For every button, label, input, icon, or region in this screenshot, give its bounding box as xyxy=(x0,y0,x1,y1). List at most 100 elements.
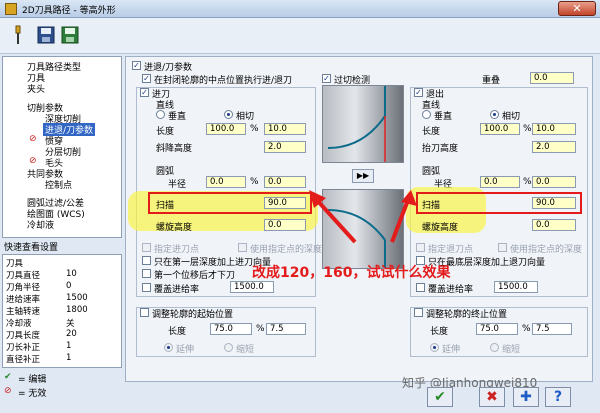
entry-vertical-label: 垂直 xyxy=(168,112,187,122)
tree-item[interactable]: 控制点 xyxy=(45,178,72,191)
exit-checkbox[interactable] xyxy=(414,88,423,97)
entry-override-field[interactable]: 1500.0 xyxy=(230,281,274,293)
title-bar: 2D刀具路径 - 等高外形 ✕ xyxy=(0,0,600,18)
entry-length-field[interactable]: 10.0 xyxy=(264,123,306,135)
entry-helix-label: 螺旋高度 xyxy=(156,223,193,233)
entry-length-pct-field[interactable]: 100.0 xyxy=(206,123,246,135)
exit-specify-point-label: 指定退刀点 xyxy=(428,245,474,255)
quick-row: 刀长补正 1 xyxy=(6,341,72,353)
pct-label: % xyxy=(256,324,265,334)
entry-helix-field[interactable]: 0.0 xyxy=(264,219,306,231)
entry-preview-image xyxy=(322,85,404,163)
quick-row: 主轴转速 1800 xyxy=(6,305,88,317)
tool-icon[interactable] xyxy=(8,25,28,45)
entry-shorten-label: 缩短 xyxy=(236,345,255,355)
entry-use-depth-label: 使用指定点的深度 xyxy=(250,245,323,255)
entry-extend-radio[interactable] xyxy=(164,343,173,352)
exit-use-depth-checkbox[interactable] xyxy=(498,243,507,252)
exit-helix-label: 螺旋高度 xyxy=(422,223,459,233)
exit-ramp-field[interactable]: 2.0 xyxy=(532,141,576,153)
close-button[interactable]: ✕ xyxy=(558,1,596,16)
exit-length-pct-field[interactable]: 100.0 xyxy=(480,123,520,135)
entry-checkbox[interactable] xyxy=(140,88,149,97)
exit-radius-pct-field[interactable]: 0.0 xyxy=(480,176,520,188)
quick-view-header: 快速查看设置 xyxy=(4,243,59,253)
center-checkbox[interactable] xyxy=(142,74,151,83)
entry-adj-len-pct-field[interactable]: 75.0 xyxy=(210,323,252,335)
overlap-field[interactable]: 0.0 xyxy=(530,72,574,84)
exit-shorten-label: 缩短 xyxy=(502,345,521,355)
entry-first-move-label: 第一个位移后才下刀 xyxy=(154,271,236,281)
entry-vertical-radio[interactable] xyxy=(156,110,165,119)
enable-label: 进退/刀参数 xyxy=(144,63,193,73)
edit-legend: = 编辑 xyxy=(18,375,47,385)
exit-adj-len-field[interactable]: 7.5 xyxy=(532,323,572,335)
exit-tangent-radio[interactable] xyxy=(490,110,499,119)
entry-radius-pct-field[interactable]: 0.0 xyxy=(206,176,246,188)
copy-entry-to-exit-button[interactable]: ▶▶ xyxy=(352,169,374,183)
quick-row: 直径补正 1 xyxy=(6,353,72,365)
window-title: 2D刀具路径 - 等高外形 xyxy=(22,6,116,16)
entry-tangent-label: 相切 xyxy=(236,112,255,122)
entry-specify-point-checkbox[interactable] xyxy=(142,243,151,252)
tree-item[interactable]: 夹头 xyxy=(27,82,45,95)
exit-specify-point-checkbox[interactable] xyxy=(416,243,425,252)
pct-label: % xyxy=(523,177,532,187)
entry-override-checkbox[interactable] xyxy=(142,283,151,292)
entry-radius-field[interactable]: 0.0 xyxy=(264,176,306,188)
overlap-label: 重叠 xyxy=(482,76,501,86)
pct-label: % xyxy=(250,124,259,134)
entry-use-depth-checkbox[interactable] xyxy=(238,243,247,252)
overlap-check-checkbox[interactable] xyxy=(322,74,331,83)
save-as-icon[interactable] xyxy=(60,25,80,45)
pct-label: % xyxy=(250,177,259,187)
app-icon xyxy=(5,3,17,15)
save-icon[interactable] xyxy=(36,25,56,45)
entry-arc-label: 圆弧 xyxy=(156,167,175,177)
enable-checkbox[interactable] xyxy=(132,61,141,70)
exit-preview-image xyxy=(322,189,404,269)
exit-extend-label: 延伸 xyxy=(442,345,461,355)
disabled-icon: ⊘ xyxy=(29,156,37,166)
exit-length-field[interactable]: 10.0 xyxy=(532,123,576,135)
quick-row: 刀具长度 20 xyxy=(6,329,77,341)
quick-row: 进给速率 1500 xyxy=(6,293,88,305)
exit-vertical-radio[interactable] xyxy=(422,110,431,119)
entry-adjust-label: 调整轮廓的起始位置 xyxy=(152,310,234,320)
entry-adjust-checkbox[interactable] xyxy=(140,308,149,317)
exit-use-depth-label: 使用指定点的深度 xyxy=(510,245,583,255)
exit-override-checkbox[interactable] xyxy=(416,283,425,292)
exit-adjust-checkbox[interactable] xyxy=(414,308,423,317)
entry-path-graphic xyxy=(327,86,386,162)
ok-button[interactable]: ✔ xyxy=(427,387,453,407)
add-button[interactable]: ✚ xyxy=(513,387,539,407)
exit-vertical-label: 垂直 xyxy=(434,112,453,122)
entry-shorten-radio[interactable] xyxy=(224,343,233,352)
exit-shorten-radio[interactable] xyxy=(490,343,499,352)
annotation-text: 改成120，160，试试什么效果 xyxy=(252,265,451,281)
entry-exit-panel: 进退/刀参数 在封闭轮廓的中点位置执行进/退刀 过切检测 重叠 0.0 进刀 直… xyxy=(125,56,593,382)
cancel-button[interactable]: ✖ xyxy=(479,387,505,407)
quick-view-list: 刀具 刀具直径 10 刀角半径 0 进给速率 1500 主轴转速 1800 冷却液关 刀… xyxy=(2,254,122,368)
entry-ramp-label: 斜降高度 xyxy=(156,144,193,154)
help-button[interactable]: ? xyxy=(545,387,571,407)
exit-override-field[interactable]: 1500.0 xyxy=(494,281,538,293)
exit-extend-radio[interactable] xyxy=(430,343,439,352)
exit-radius-field[interactable]: 0.0 xyxy=(532,176,576,188)
quick-row: 刀具 xyxy=(6,259,24,269)
entry-first-move-checkbox[interactable] xyxy=(142,269,151,278)
parameter-tree: 刀具路径类型 刀具 夹头 切削参数 深度切削 进退/刀参数 ⊘ 惯穿 分层切削 … xyxy=(2,56,122,238)
entry-adj-len-field[interactable]: 7.5 xyxy=(266,323,306,335)
edit-legend-icon: ✔ xyxy=(4,372,12,382)
exit-helix-field[interactable]: 0.0 xyxy=(532,219,576,231)
quick-row: 刀具直径 10 xyxy=(6,269,77,281)
entry-radius-label: 半径 xyxy=(168,180,187,190)
entry-tangent-radio[interactable] xyxy=(224,110,233,119)
entry-first-depth-checkbox[interactable] xyxy=(142,256,151,265)
entry-specify-point-label: 指定进刀点 xyxy=(154,245,200,255)
entry-ramp-field[interactable]: 2.0 xyxy=(264,141,306,153)
annotation-box xyxy=(148,192,312,214)
exit-adj-len-pct-field[interactable]: 75.0 xyxy=(476,323,518,335)
tree-item[interactable]: 冷却液 xyxy=(27,218,54,231)
pct-label: % xyxy=(523,124,532,134)
